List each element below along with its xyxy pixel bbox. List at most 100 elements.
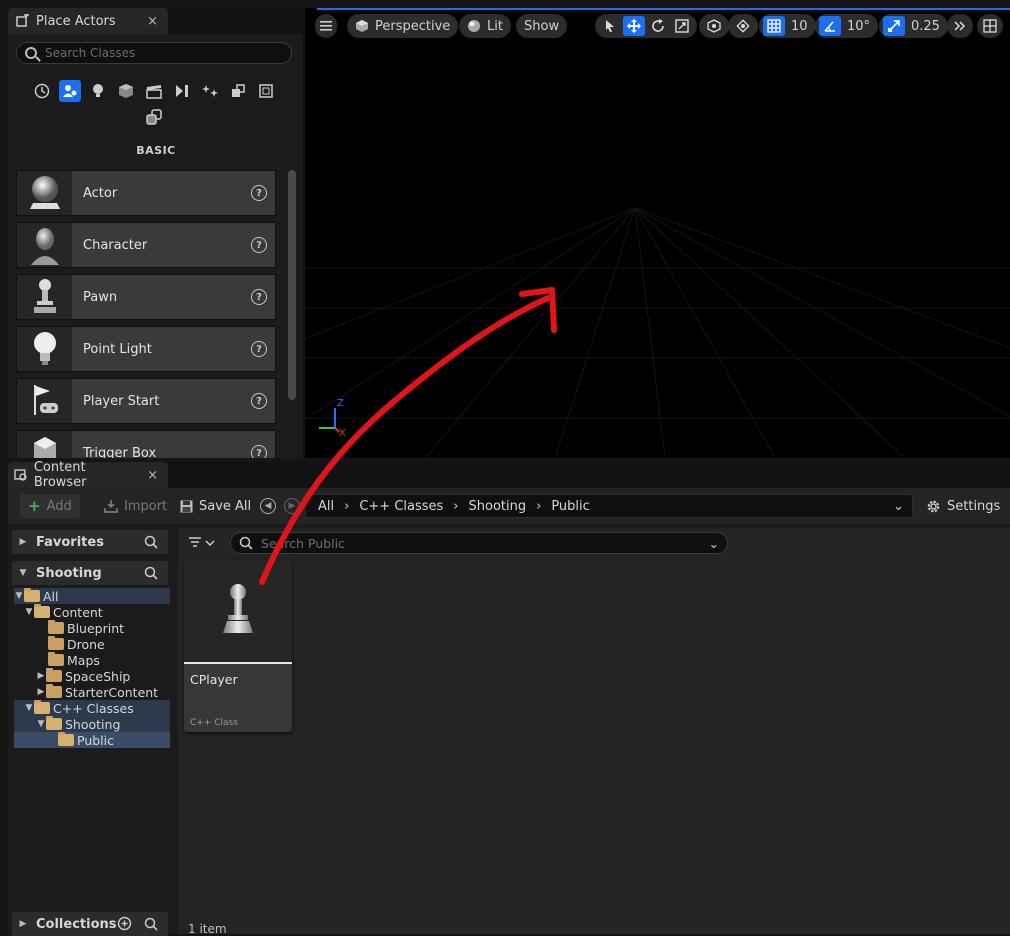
asset-search-input[interactable]: Search Public ⌄ <box>230 532 728 554</box>
actor-item-player-start[interactable]: Player Start ? <box>16 378 276 424</box>
search-icon[interactable] <box>144 535 158 553</box>
tree-item-public[interactable]: Public <box>14 732 170 748</box>
folder-icon <box>46 684 62 698</box>
visual-effects-icon[interactable] <box>171 80 193 102</box>
actor-item-pawn[interactable]: Pawn ? <box>16 274 276 320</box>
basic-icon[interactable] <box>59 80 81 102</box>
help-icon[interactable]: ? <box>251 237 267 253</box>
settings-button[interactable]: Settings <box>918 494 1008 518</box>
search-icon[interactable] <box>144 566 158 584</box>
forward-arrow-icon[interactable]: ▶ <box>284 498 300 514</box>
close-icon[interactable]: × <box>147 14 158 29</box>
close-icon[interactable]: × <box>147 468 158 483</box>
save-all-button[interactable]: Save All <box>172 494 259 518</box>
path-breadcrumb: All › C++ Classes › Shooting › Public ⌄ <box>305 494 913 518</box>
surface-snap-icon <box>732 16 754 36</box>
breadcrumb-cpp-classes[interactable]: C++ Classes <box>359 499 443 514</box>
scale-tool-icon[interactable] <box>671 16 693 36</box>
search-classes-input[interactable]: Search Classes <box>16 42 292 64</box>
gear-icon <box>927 500 940 512</box>
place-actors-tab[interactable]: Place Actors × <box>8 8 168 34</box>
tree-item-maps[interactable]: Maps <box>14 652 170 668</box>
import-button[interactable]: Import <box>96 494 175 518</box>
particles-icon[interactable] <box>199 80 221 102</box>
select-tool-icon[interactable] <box>599 16 621 36</box>
show-button[interactable]: Show <box>516 14 568 38</box>
tree-item-content[interactable]: ▼ Content <box>14 604 170 620</box>
pawn-icon <box>17 275 72 319</box>
tree-item-blueprint[interactable]: Blueprint <box>14 620 170 636</box>
chevron-down-icon[interactable]: ⌄ <box>709 536 719 551</box>
help-icon[interactable]: ? <box>251 185 267 201</box>
back-arrow-icon[interactable]: ◀ <box>260 498 276 514</box>
favorites-header[interactable]: ▶ Favorites <box>12 530 168 554</box>
tree-item-shooting[interactable]: ▼ Shooting <box>14 716 170 732</box>
asset-tile-cplayer[interactable]: CPlayer C++ Class <box>184 560 292 732</box>
place-actors-panel: Place Actors × Search Classes BASIC Acto… <box>8 8 304 458</box>
all-classes-icon[interactable] <box>143 106 165 128</box>
help-icon[interactable]: ? <box>251 393 267 409</box>
perspective-button[interactable]: Perspective <box>347 14 459 38</box>
axis-z-label: Z <box>337 398 344 409</box>
actor-item-label: Point Light <box>83 341 152 357</box>
actor-item-actor[interactable]: Actor ? <box>16 170 276 216</box>
geometry-icon[interactable] <box>227 80 249 102</box>
lit-button[interactable]: Lit <box>459 14 511 38</box>
pawn-icon <box>184 560 292 664</box>
tree-item-label: SpaceShip <box>65 668 131 684</box>
content-browser-tab[interactable]: Content Browser × <box>8 460 168 490</box>
collections-header[interactable]: ▶ Collections <box>12 912 168 936</box>
grid-snap-group[interactable]: 10 <box>759 14 816 38</box>
collections-label: Collections <box>36 916 117 932</box>
more-options-button[interactable] <box>947 14 973 38</box>
coordinate-space-button[interactable] <box>699 14 729 38</box>
lights-icon[interactable] <box>87 80 109 102</box>
asset-search-placeholder: Search Public <box>261 535 345 551</box>
tree-item-cpp-classes[interactable]: ▼ C++ Classes <box>14 700 170 716</box>
tree-item-all[interactable]: ▼ All <box>14 588 170 604</box>
search-icon <box>239 536 253 550</box>
level-viewport[interactable]: Perspective Lit Show 10 10° 0.25 Z X <box>305 8 1010 458</box>
tree-item-spaceship[interactable]: ▶ SpaceShip <box>14 668 170 684</box>
chevron-down-icon[interactable]: ⌄ <box>893 499 904 514</box>
add-collection-icon[interactable] <box>117 916 132 935</box>
help-icon[interactable]: ? <box>251 445 267 458</box>
scale-snap-icon[interactable] <box>883 16 905 36</box>
actor-item-point-light[interactable]: Point Light ? <box>16 326 276 372</box>
breadcrumb-shooting[interactable]: Shooting <box>469 499 527 514</box>
filter-button[interactable] <box>188 536 216 554</box>
cinematic-icon[interactable] <box>143 80 165 102</box>
tree-item-startercontent[interactable]: ▶ StarterContent <box>14 684 170 700</box>
save-icon <box>180 500 193 512</box>
angle-snap-icon[interactable] <box>819 16 841 36</box>
actor-item-character[interactable]: Character ? <box>16 222 276 268</box>
shapes-icon[interactable] <box>115 80 137 102</box>
breadcrumb-public[interactable]: Public <box>551 499 589 514</box>
scale-snap-group[interactable]: 0.25 <box>879 14 948 38</box>
viewport-layout-button[interactable] <box>977 14 1003 38</box>
folder-open-icon <box>34 604 50 618</box>
breadcrumb-all[interactable]: All <box>318 499 334 514</box>
search-icon[interactable] <box>144 917 158 935</box>
rotate-tool-icon[interactable] <box>647 16 669 36</box>
viewport-menu-button[interactable] <box>315 14 337 38</box>
actor-list-scrollbar[interactable] <box>288 170 296 400</box>
help-icon[interactable]: ? <box>251 341 267 357</box>
volumes-icon[interactable] <box>255 80 277 102</box>
folder-icon <box>48 620 64 634</box>
recent-icon[interactable] <box>31 80 53 102</box>
translate-tool-icon[interactable] <box>623 16 645 36</box>
place-actors-title: Place Actors <box>36 13 116 29</box>
add-label: Add <box>46 498 72 514</box>
place-actors-icon <box>16 14 29 27</box>
grid-snap-icon[interactable] <box>763 16 785 36</box>
help-icon[interactable]: ? <box>251 289 267 305</box>
tree-item-label: Content <box>53 604 103 620</box>
rotation-snap-group[interactable]: 10° <box>815 14 879 38</box>
surface-snap-button[interactable] <box>728 14 758 38</box>
actor-item-trigger-box[interactable]: Trigger Box ? <box>16 430 276 458</box>
shooting-header[interactable]: ▼ Shooting <box>12 561 168 585</box>
tree-item-drone[interactable]: Drone <box>14 636 170 652</box>
add-button[interactable]: + Add <box>20 494 80 518</box>
viewport-grid <box>305 207 1010 458</box>
